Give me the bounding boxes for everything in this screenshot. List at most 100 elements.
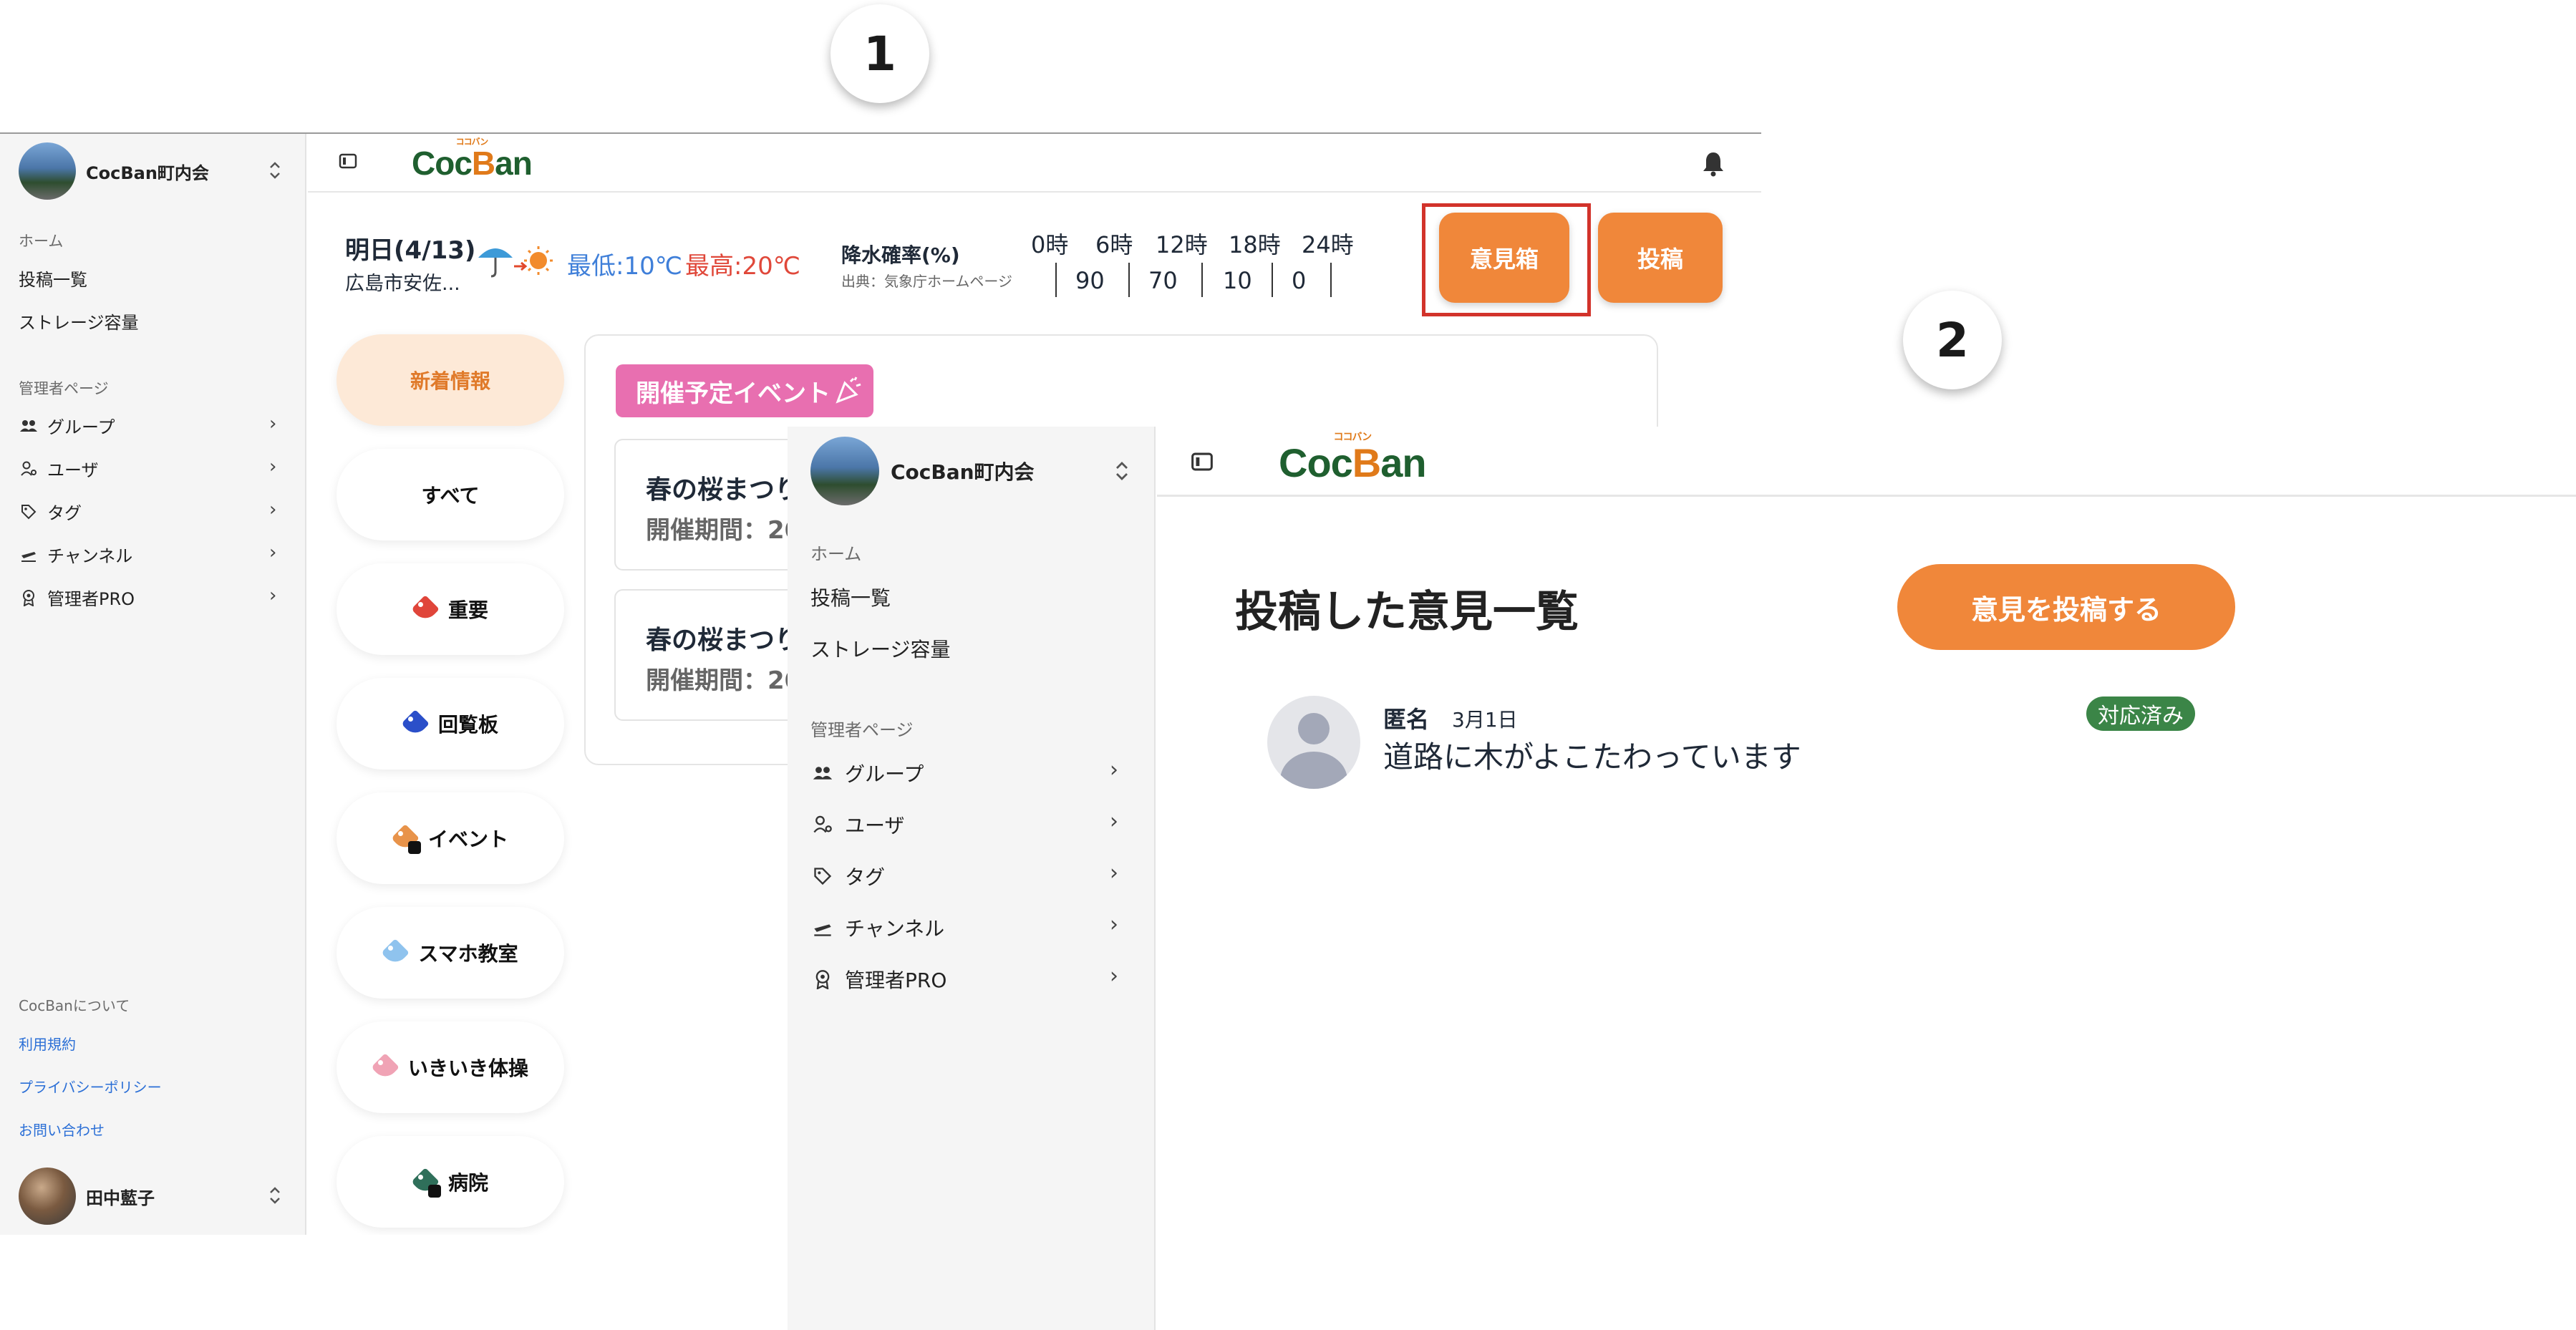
- filter-label: 新着情報: [410, 369, 490, 393]
- hour-label: 24時: [1302, 231, 1354, 258]
- weather-max-temp: 最高:20℃: [685, 252, 800, 281]
- event-title: 春の桜まつり: [646, 475, 801, 505]
- user-manage-icon: [810, 815, 835, 834]
- hour-label: 18時: [1229, 231, 1281, 258]
- upcoming-events-heading: 開催予定イベント: [616, 364, 873, 417]
- privacy-policy-link[interactable]: プライバシーポリシー: [19, 1076, 162, 1097]
- filter-label: スマホ教室: [418, 942, 518, 966]
- chevron-right-icon: ›: [1110, 757, 1118, 782]
- chevron-up-down-icon: [268, 1183, 282, 1210]
- weather-min-temp: 最低:10℃: [567, 252, 682, 281]
- sidebar-item-channel[interactable]: チャンネル: [19, 542, 132, 567]
- admin-section-label: 管理者ページ: [19, 380, 109, 397]
- top-bar: CocBan ココバン: [1157, 427, 2576, 497]
- sidebar-item-group[interactable]: グループ: [810, 759, 924, 787]
- sidebar-item-storage[interactable]: ストレージ容量: [19, 309, 139, 334]
- cocban-logo[interactable]: CocBan ココバン: [412, 137, 533, 183]
- sidebar-item-admin-pro[interactable]: 管理者PRO: [19, 585, 135, 610]
- sidebar-item-label: 管理者PRO: [845, 969, 947, 992]
- tag-icon: [411, 595, 440, 623]
- screenshot-opinion-list: CocBan町内会 ホーム 投稿一覧 ストレージ容量 管理者ページ グループ ›…: [788, 427, 2576, 1330]
- filter-smartphone-class[interactable]: スマホ教室: [336, 907, 564, 999]
- post-button[interactable]: 投稿: [1598, 213, 1723, 303]
- tag-icon: [401, 709, 430, 738]
- sidebar-item-group[interactable]: グループ: [19, 413, 115, 438]
- user-switcher[interactable]: 田中藍子: [19, 1168, 291, 1225]
- chevron-right-icon: ›: [269, 456, 277, 477]
- sidebar-item-label: ユーザ: [845, 814, 905, 838]
- workspace-avatar: [19, 142, 76, 200]
- sidebar-item-user[interactable]: ユーザ: [19, 456, 99, 481]
- filter-event[interactable]: イベント: [336, 792, 564, 884]
- rain-value: 70: [1148, 267, 1178, 294]
- sidebar: CocBan町内会 ホーム 投稿一覧 ストレージ容量 管理者ページ グループ ›…: [0, 134, 306, 1235]
- tag-icon: [381, 938, 410, 967]
- sidebar: CocBan町内会 ホーム 投稿一覧 ストレージ容量 管理者ページ グループ ›…: [788, 427, 1156, 1330]
- chevron-up-down-icon: [1114, 457, 1130, 488]
- sidebar-item-label: チャンネル: [47, 546, 133, 566]
- filter-important[interactable]: 重要: [336, 563, 564, 655]
- chevron-up-down-icon: [268, 158, 282, 185]
- top-bar: CocBan ココバン: [308, 134, 1761, 193]
- divider: [1201, 263, 1203, 297]
- rain-value: 90: [1075, 267, 1105, 294]
- rain-probability-title: 降水確率(%): [841, 243, 960, 267]
- sidebar-item-label: ユーザ: [47, 460, 99, 480]
- sidebar-item-channel[interactable]: チャンネル: [810, 913, 944, 942]
- sidebar-toggle-icon[interactable]: [1190, 450, 1214, 477]
- sidebar-item-admin-pro[interactable]: 管理者PRO: [810, 965, 946, 994]
- home-section-label: ホーム: [19, 233, 64, 250]
- filter-exercise[interactable]: いきいき体操: [336, 1021, 564, 1113]
- cocban-logo[interactable]: CocBan ココバン: [1279, 431, 1427, 486]
- workspace-name: CocBan町内会: [86, 162, 209, 183]
- sidebar-item-user[interactable]: ユーザ: [810, 810, 904, 839]
- divider: [1055, 263, 1057, 297]
- filter-hospital[interactable]: 病院: [336, 1136, 564, 1228]
- badge-icon: [19, 589, 39, 606]
- sidebar-item-storage[interactable]: ストレージ容量: [810, 634, 950, 663]
- terms-link[interactable]: 利用規約: [19, 1033, 76, 1054]
- filter-circular[interactable]: 回覧板: [336, 678, 564, 770]
- event-title: 春の桜まつり: [646, 626, 801, 655]
- workspace-switcher[interactable]: CocBan町内会: [19, 142, 291, 200]
- event-period: 開催期間：20: [646, 666, 802, 695]
- divider: [1330, 263, 1332, 297]
- chevron-right-icon: ›: [269, 499, 277, 520]
- sidebar-item-tag[interactable]: タグ: [19, 499, 82, 524]
- page-title: 投稿した意見一覧: [1235, 587, 1579, 637]
- channel-icon: [19, 547, 39, 563]
- chevron-right-icon: ›: [1110, 809, 1118, 834]
- about-section-label: CocBanについて: [19, 997, 130, 1014]
- user-manage-icon: [19, 461, 39, 477]
- sidebar-item-label: グループ: [845, 762, 924, 786]
- rain-value: 10: [1223, 267, 1252, 294]
- tag-icon: [371, 1053, 400, 1082]
- step-badge-1: 1: [831, 4, 929, 103]
- filter-news[interactable]: 新着情報: [336, 334, 564, 426]
- filter-all[interactable]: すべて: [336, 449, 564, 540]
- tag-icon: [19, 503, 39, 520]
- admin-section-label: 管理者ページ: [810, 720, 914, 740]
- hour-label: 0時: [1031, 231, 1069, 258]
- suggestion-box-button[interactable]: 意見箱: [1439, 213, 1569, 303]
- sidebar-item-label: タグ: [47, 503, 82, 523]
- weather-date: 明日(4/13): [345, 236, 476, 265]
- sidebar-item-tag[interactable]: タグ: [810, 862, 885, 890]
- sidebar-item-label: チャンネル: [845, 917, 945, 941]
- badge-icon: [810, 969, 835, 989]
- workspace-avatar: [810, 437, 879, 505]
- bell-icon[interactable]: [1701, 150, 1725, 180]
- sidebar-item-label: グループ: [47, 417, 115, 437]
- filter-label: 回覧板: [437, 713, 498, 737]
- contact-link[interactable]: お問い合わせ: [19, 1119, 105, 1140]
- group-icon: [19, 419, 39, 433]
- sidebar-item-posts[interactable]: 投稿一覧: [19, 266, 87, 291]
- opinion-author: 匿名: [1383, 706, 1430, 733]
- sidebar-item-label: 管理者PRO: [47, 589, 135, 609]
- workspace-switcher[interactable]: CocBan町内会: [810, 437, 1140, 505]
- sidebar-toggle-icon[interactable]: [338, 151, 358, 174]
- sidebar-item-posts[interactable]: 投稿一覧: [810, 583, 891, 611]
- post-opinion-button[interactable]: 意見を投稿する: [1897, 564, 2235, 650]
- group-icon: [810, 765, 835, 781]
- channel-icon: [810, 918, 835, 937]
